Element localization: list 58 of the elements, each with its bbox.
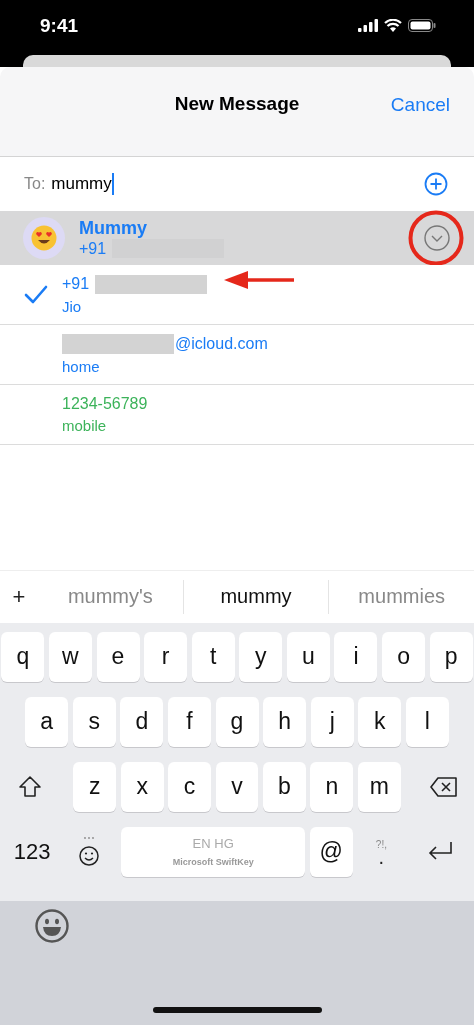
text-cursor xyxy=(111,173,114,195)
keyboard-key[interactable]: v xyxy=(215,761,259,812)
wifi-icon xyxy=(384,19,402,32)
keyboard-key[interactable]: c xyxy=(168,761,211,812)
suggestion[interactable]: mummy's xyxy=(38,579,184,614)
keyboard-key[interactable]: t xyxy=(191,631,235,682)
keyboard-key[interactable]: u xyxy=(286,631,330,682)
keyboard-key[interactable]: m xyxy=(357,761,401,812)
keyboard-key[interactable]: q xyxy=(1,631,45,682)
suggestion[interactable]: mummies xyxy=(329,579,474,614)
keyboard-key[interactable]: j xyxy=(310,696,354,747)
keyboard-key[interactable]: f xyxy=(167,696,211,747)
keyboard-key[interactable]: r xyxy=(144,631,188,682)
sheet-title: New Message xyxy=(174,93,300,115)
address-value: +91 xyxy=(62,275,90,293)
backspace-icon xyxy=(430,776,459,797)
keyboard-key[interactable]: b xyxy=(263,761,306,812)
chevron-down-icon[interactable] xyxy=(424,225,450,251)
keyboard-key[interactable]: d xyxy=(120,696,164,747)
keyboard-key[interactable]: i xyxy=(334,631,378,682)
status-time: 9:41 xyxy=(40,14,79,37)
keyboard-key[interactable]: a xyxy=(25,696,69,747)
keyboard-key[interactable]: n xyxy=(310,761,354,812)
address-value: 1234-56789 xyxy=(62,395,148,413)
address-option[interactable]: +91 Jio xyxy=(0,265,474,325)
smiley-icon xyxy=(77,835,100,868)
add-button[interactable]: + xyxy=(0,583,38,610)
keyboard-key[interactable]: k xyxy=(358,696,402,747)
battery-icon xyxy=(408,19,436,32)
suggestion[interactable]: mummy xyxy=(183,579,330,614)
shift-icon xyxy=(17,774,42,799)
keyboard-key[interactable]: h xyxy=(263,696,307,747)
add-icon xyxy=(424,172,448,196)
contact-number: +91 xyxy=(79,239,107,258)
address-label: home xyxy=(62,358,101,375)
emoji-icon xyxy=(35,908,69,943)
to-label: To: xyxy=(24,175,46,193)
address-label: mobile xyxy=(62,417,108,434)
keyboard-key[interactable]: p xyxy=(429,631,473,682)
cancel-button[interactable]: Cancel xyxy=(390,94,450,116)
heart-eyes-emoji-icon xyxy=(31,225,57,251)
address-value: @icloud.com xyxy=(175,335,268,353)
address-label: Jio xyxy=(62,297,83,315)
punctuation-key[interactable]: ?!, . xyxy=(357,826,406,877)
keyboard-key[interactable]: y xyxy=(239,631,283,682)
recipient-field[interactable]: mummy xyxy=(51,173,424,195)
keyboard-key[interactable]: e xyxy=(96,631,140,682)
keyboard-key[interactable]: g xyxy=(215,696,259,747)
keyboard-key[interactable]: o xyxy=(382,631,426,682)
numbers-key[interactable]: 123 xyxy=(4,826,60,877)
keyboard-key[interactable]: s xyxy=(72,696,116,747)
at-key[interactable]: @ xyxy=(309,826,353,877)
contact-name: Mummy xyxy=(79,218,148,239)
keyboard-key[interactable]: w xyxy=(48,631,92,682)
signal-icon xyxy=(358,19,378,32)
keyboard-key[interactable]: z xyxy=(73,761,117,812)
keyboard-key[interactable]: x xyxy=(120,761,164,812)
keyboard-key[interactable]: l xyxy=(405,696,449,747)
